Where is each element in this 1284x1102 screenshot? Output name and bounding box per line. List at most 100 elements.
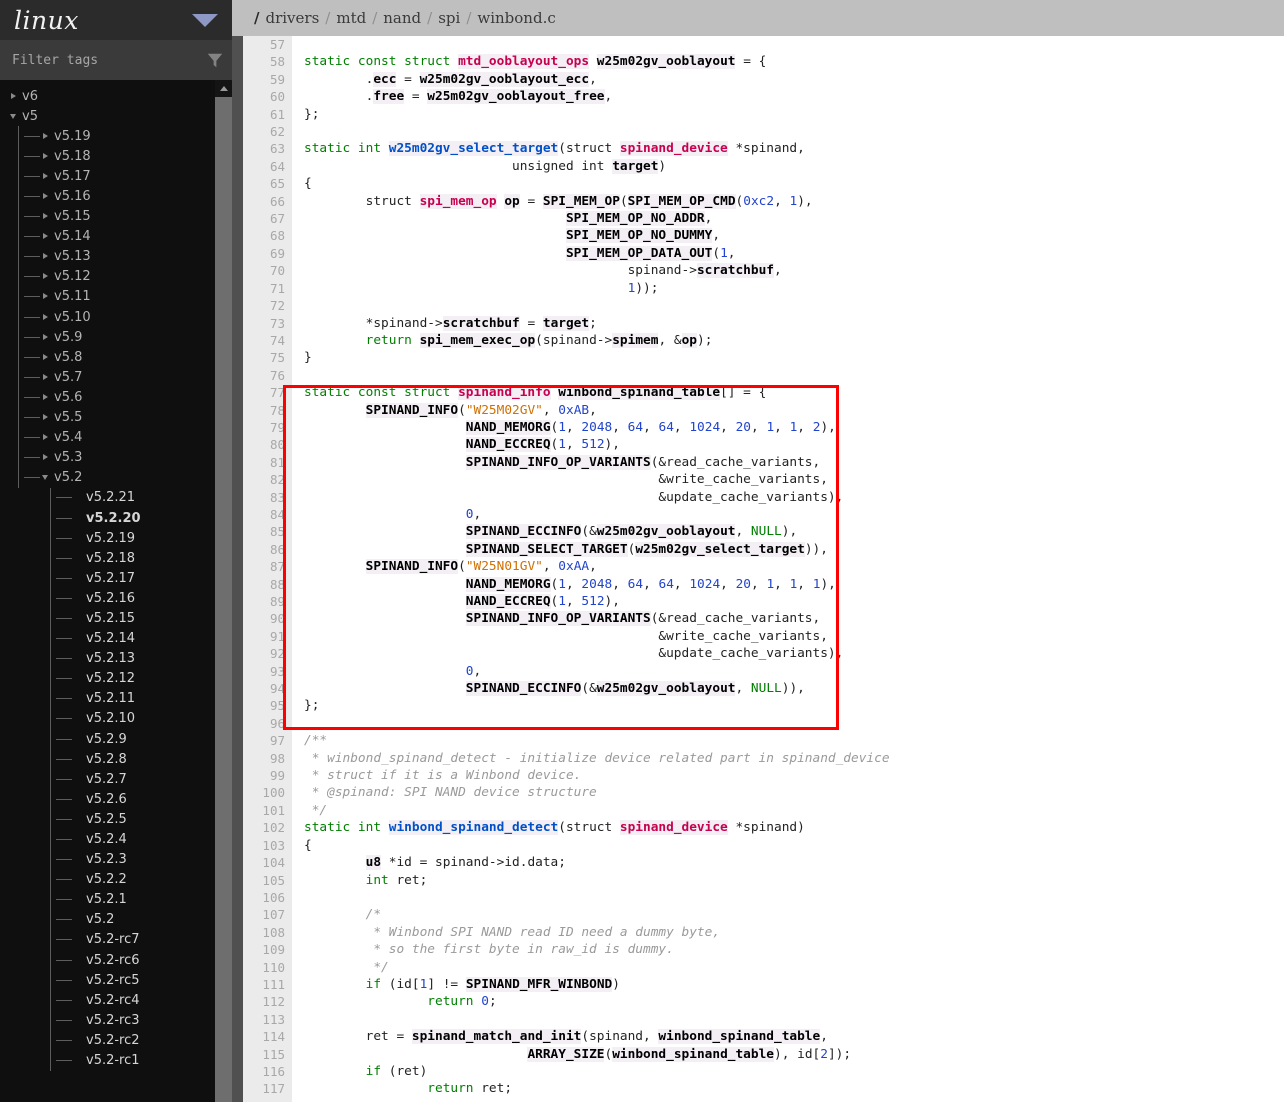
code-line: struct spi_mem_op op = SPI_MEM_OP(SPI_ME… [304,193,1284,210]
tree-item-v5-9[interactable]: v5.9 [0,327,232,348]
tree-item-v5-18[interactable]: v5.18 [0,146,232,167]
tree-item-v5-2[interactable]: v5.2 [0,909,232,930]
chevron-right-icon[interactable] [42,433,51,442]
breadcrumb-separator: / [372,9,378,27]
tree-item-v5-4[interactable]: v5.4 [0,427,232,448]
tree-item-v5-2-rc4[interactable]: v5.2-rc4 [0,990,232,1011]
chevron-right-icon[interactable] [42,132,51,141]
code-scrollbar[interactable] [232,36,243,1102]
tree-item-v5-3[interactable]: v5.3 [0,447,232,468]
funnel-icon[interactable] [206,51,224,69]
tree-item-v5-2-15[interactable]: v5.2.15 [0,608,232,629]
code-token: 64 [658,576,674,592]
chevron-right-icon[interactable] [10,92,19,101]
tree-item-v5-5[interactable]: v5.5 [0,407,232,428]
tree-item-v5-17[interactable]: v5.17 [0,166,232,187]
tree-item-v5-12[interactable]: v5.12 [0,266,232,287]
chevron-right-icon[interactable] [42,272,51,281]
tree-item-v5-2-18[interactable]: v5.2.18 [0,548,232,569]
code-token: 64 [627,419,644,435]
chevron-right-icon[interactable] [42,453,51,462]
tree-item-v5-2-10[interactable]: v5.2.10 [0,708,232,729]
tree-item-v5-2-2[interactable]: v5.2.2 [0,869,232,890]
tree-item-v5-2-5[interactable]: v5.2.5 [0,809,232,830]
tree-item-v5-2-16[interactable]: v5.2.16 [0,588,232,609]
tree-item-v5-2-1[interactable]: v5.2.1 [0,889,232,910]
tree-item-v5-16[interactable]: v5.16 [0,186,232,207]
chevron-right-icon[interactable] [42,393,51,402]
tags-tree-scroll[interactable]: v6 v5 v5.19 v5.18 v5.17 v5.16 v5.15 v5.14 v5.13 v… [0,80,232,1102]
tree-item-v5-19[interactable]: v5.19 [0,126,232,147]
chevron-right-icon[interactable] [42,172,51,181]
line-number: 116 [262,1063,285,1079]
chevron-right-icon[interactable] [42,232,51,241]
tree-item-v5[interactable]: v5 [0,106,232,126]
tree-item-v6[interactable]: v6 [0,86,232,106]
tree-branch-dash [56,959,72,961]
chevron-right-icon[interactable] [42,413,51,422]
tree-guide-line [50,668,51,689]
tree-item-v5-15[interactable]: v5.15 [0,206,232,227]
tree-item-v5-2-14[interactable]: v5.2.14 [0,628,232,649]
tree-item-v5-2-19[interactable]: v5.2.19 [0,528,232,549]
tree-item-v5-2-6[interactable]: v5.2.6 [0,789,232,810]
tree-item-v5-2-13[interactable]: v5.2.13 [0,648,232,669]
tree-item-v5-2-9[interactable]: v5.2.9 [0,729,232,750]
tree-item-label: v5.14 [54,229,91,245]
chevron-right-icon[interactable] [42,292,51,301]
tree-item-v5-14[interactable]: v5.14 [0,226,232,247]
filter-tags-row[interactable] [0,40,232,80]
tree-item-v5-2-7[interactable]: v5.2.7 [0,769,232,790]
tree-item-v5-2-rc3[interactable]: v5.2-rc3 [0,1010,232,1031]
tree-item-v5-2[interactable]: v5.2 [0,467,232,488]
tree-guide-line [50,950,51,971]
scroll-up-button[interactable] [215,80,232,97]
chevron-right-icon[interactable] [42,373,51,382]
tree-item-v5-7[interactable]: v5.7 [0,367,232,388]
breadcrumb-item-spi[interactable]: spi [438,9,460,27]
code-token: , [773,263,782,279]
chevron-right-icon[interactable] [42,313,51,322]
tree-item-v5-13[interactable]: v5.13 [0,246,232,267]
source-code[interactable]: static const struct mtd_ooblayout_ops w2… [292,36,1284,1102]
code-line: int ret; [304,872,1284,889]
tree-item-v5-2-12[interactable]: v5.2.12 [0,668,232,689]
search-input[interactable] [12,52,206,68]
chevron-right-icon[interactable] [42,252,51,261]
tree-item-v5-11[interactable]: v5.11 [0,286,232,308]
tree-item-v5-2-rc2[interactable]: v5.2-rc2 [0,1030,232,1051]
breadcrumb-item-winbond-c[interactable]: winbond.c [477,9,555,27]
chevron-right-icon[interactable] [42,152,51,161]
tree-item-v5-2-11[interactable]: v5.2.11 [0,688,232,709]
tree-item-v5-2-17[interactable]: v5.2.17 [0,568,232,589]
chevron-down-icon[interactable] [192,13,218,27]
sidebar-scrollbar-thumb[interactable] [215,97,232,1102]
chevron-right-icon[interactable] [42,333,51,342]
chevron-right-icon[interactable] [42,192,51,201]
tree-item-v5-10[interactable]: v5.10 [0,307,232,328]
tree-item-label: v5.7 [54,369,83,385]
chevron-down-icon[interactable] [10,112,19,121]
chevron-down-icon[interactable] [42,473,51,482]
tree-item-v5-2-20[interactable]: v5.2.20 [0,507,232,529]
tree-item-v5-8[interactable]: v5.8 [0,347,232,368]
line-number: 89 [269,594,285,609]
tree-branch-dash [56,537,72,539]
breadcrumb-item-mtd[interactable]: mtd [336,9,366,27]
tree-item-v5-2-8[interactable]: v5.2.8 [0,749,232,770]
tree-item-v5-2-4[interactable]: v5.2.4 [0,829,232,850]
breadcrumb-item-nand[interactable]: nand [383,9,421,27]
tree-item-v5-2-rc5[interactable]: v5.2-rc5 [0,970,232,991]
code-token: 20 [735,419,752,435]
tree-item-v5-2-21[interactable]: v5.2.21 [0,487,232,508]
tree-item-v5-2-rc1[interactable]: v5.2-rc1 [0,1050,232,1071]
chevron-right-icon[interactable] [42,212,51,221]
tree-item-v5-2-rc6[interactable]: v5.2-rc6 [0,950,232,971]
tree-item-v5-2-rc7[interactable]: v5.2-rc7 [0,929,232,951]
chevron-right-icon[interactable] [42,353,51,362]
tree-item-v5-2-3[interactable]: v5.2.3 [0,849,232,870]
breadcrumb-item-drivers[interactable]: drivers [265,9,319,27]
tree-item-v5-6[interactable]: v5.6 [0,387,232,408]
